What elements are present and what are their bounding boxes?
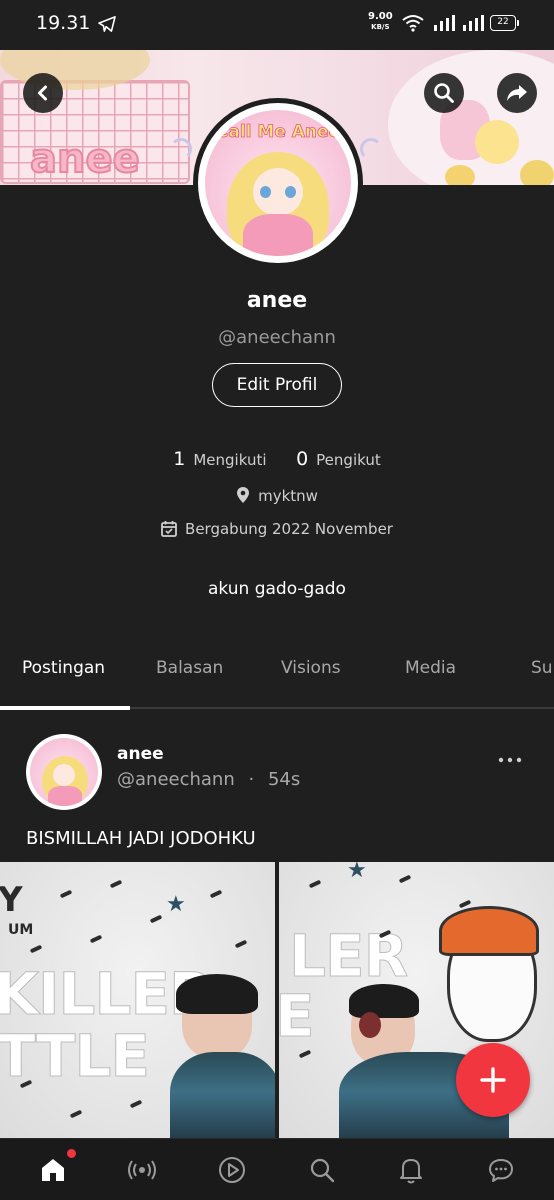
profile-location: myktnw [0,486,554,505]
banner-art [445,165,475,185]
moon-icon [360,138,382,160]
person-body [170,1052,275,1138]
star-icon: ★ [347,862,367,883]
status-time: 19.31 [36,12,91,34]
post-avatar-image [30,738,98,806]
post-avatar[interactable] [26,734,102,810]
tab-balasan[interactable]: Balasan [156,658,223,678]
share-icon [507,85,527,101]
live-icon [128,1160,156,1180]
post-author-meta: @aneechann · 54s [117,769,300,790]
post-meta-separator: · [248,769,255,790]
avatar-eye [285,186,296,198]
profile-joined: Bergabung 2022 November [0,520,554,538]
person-hair [176,974,258,1014]
search-icon [310,1158,335,1183]
signal-icon-2 [463,15,484,31]
joined-text: Bergabung 2022 November [185,520,393,538]
following-link[interactable]: 1 Mengikuti [173,448,267,470]
banner-art [475,120,519,164]
edit-profile-button[interactable]: Edit Profil [212,363,342,407]
image-text: E [279,982,315,1051]
nav-search[interactable] [307,1155,337,1185]
followers-link[interactable]: 0 Pengikut [296,448,381,470]
more-horizontal-icon [498,757,522,763]
profile-bio: akun gado-gado [208,579,346,599]
status-bar: 19.31 9.00 KB/S 22 [0,0,554,50]
tab-postingan[interactable]: Postingan [22,658,105,678]
nav-messages[interactable] [486,1155,516,1185]
search-button[interactable] [424,73,464,113]
post-text: BISMILLAH JADI JODOHKU [26,828,256,849]
avatar-dress [243,214,313,256]
notification-dot [67,1149,76,1158]
nav-home[interactable] [38,1149,76,1185]
image-text: TTLE [0,1022,151,1091]
followers-count: 0 [296,448,309,470]
post-image-1[interactable]: Y UM KILLER TTLE ★ [0,862,275,1138]
nav-notifications[interactable] [396,1155,426,1185]
network-speed-value: 9.00 [368,11,393,22]
bottom-navigation [0,1138,554,1200]
location-text: myktnw [258,487,318,505]
play-icon [219,1157,245,1183]
moon-icon [170,138,192,160]
following-label: Mengikuti [193,451,267,469]
profile-handle: @aneechann [218,327,336,348]
location-pin-icon [237,487,250,503]
new-post-button[interactable] [456,1043,530,1117]
avatar-eye [260,186,271,198]
network-speed-unit: KB/S [371,23,390,31]
back-button[interactable] [23,73,63,113]
profile-name: anee [246,288,308,313]
nav-visions[interactable] [217,1155,247,1185]
followers-label: Pengikut [316,451,381,469]
nav-live[interactable] [127,1155,157,1185]
post-time: 54s [267,769,301,790]
tab-media[interactable]: Media [405,658,456,678]
avatar-caption: Call Me Anee [215,122,341,142]
share-button[interactable] [497,73,537,113]
profile-avatar[interactable]: Call Me Anee [193,98,363,268]
post-author-name[interactable]: anee [117,744,164,764]
image-text: Y [0,880,23,920]
home-icon [42,1159,64,1181]
plus-icon [480,1067,506,1093]
star-icon: ★ [166,892,186,917]
signal-icon [434,15,455,31]
post-author-handle[interactable]: @aneechann [117,769,235,790]
image-text: UM [8,922,34,938]
person-hair [349,984,419,1018]
active-tab-indicator [0,706,130,710]
wifi-icon [402,15,424,32]
avatar-image: Call Me Anee [205,110,351,256]
telegram-icon [98,16,116,32]
profile-tabs: Postingan Balasan Visions Media Su [0,650,554,710]
following-count: 1 [173,448,186,470]
search-icon [434,83,454,103]
chevron-left-icon [38,85,47,101]
more-options-button[interactable] [498,745,522,770]
calendar-icon [161,521,177,537]
follow-stats: 1 Mengikuti 0 Pengikut [0,448,554,470]
banner-text: anee [29,135,141,183]
network-speed: 9.00 KB/S [368,12,393,32]
tab-visions[interactable]: Visions [281,658,341,678]
battery-indicator: 22 [490,15,519,31]
mascot-hat [439,906,539,956]
banner-art [520,160,554,185]
bell-icon [400,1159,422,1184]
tab-partial[interactable]: Su [531,658,553,678]
person-mouth [359,1012,381,1038]
chat-icon [489,1159,513,1182]
